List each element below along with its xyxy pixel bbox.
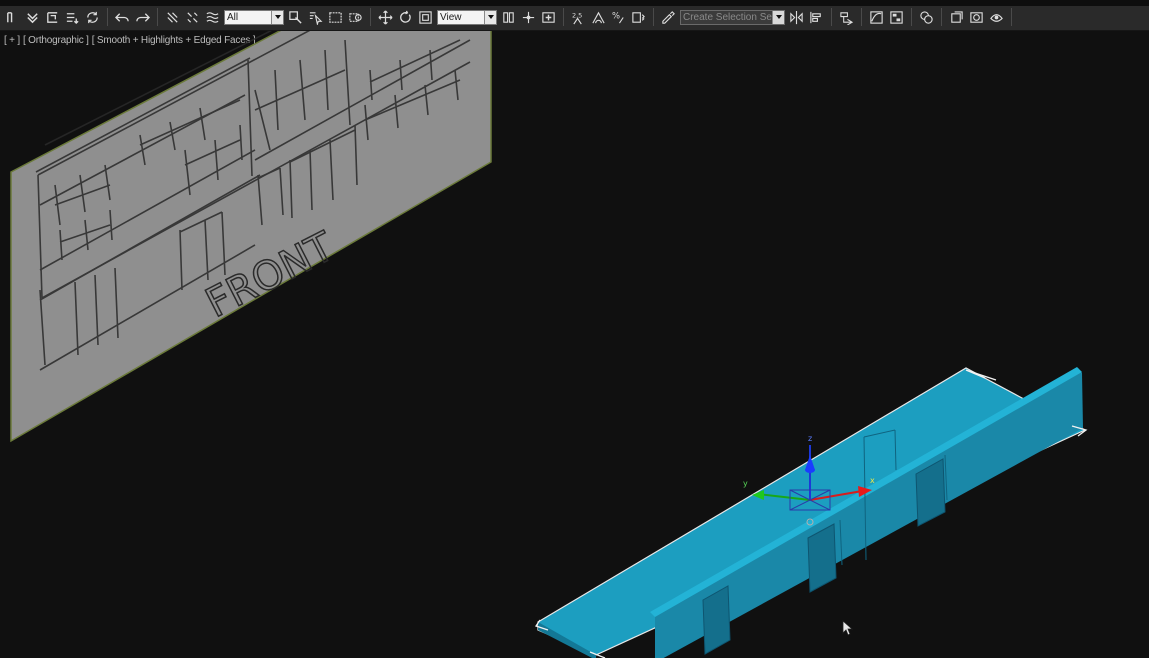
select-link-icon[interactable] (164, 8, 181, 26)
window-crossing-icon[interactable] (347, 8, 364, 26)
angle-snap-icon[interactable] (590, 8, 607, 26)
chevron-down-icon (271, 10, 283, 24)
toolbar-row: All View 2.5 % Create Selection Se (4, 7, 1015, 27)
snaps-toggle-icon[interactable]: 2.5 (570, 8, 587, 26)
separator (911, 8, 912, 26)
bind-space-warp-icon[interactable] (204, 8, 221, 26)
rectangle-selection-icon[interactable] (327, 8, 344, 26)
schematic-view-icon[interactable] (888, 8, 905, 26)
chevron-down-icon (484, 10, 496, 24)
select-scale-icon[interactable] (417, 8, 434, 26)
main-toolbar: All View 2.5 % Create Selection Se (0, 0, 1149, 31)
select-list-icon[interactable] (64, 8, 81, 26)
separator (107, 8, 108, 26)
separator (861, 8, 862, 26)
align-icon[interactable] (808, 8, 825, 26)
separator (157, 8, 158, 26)
unlink-selection-icon[interactable] (184, 8, 201, 26)
building-model[interactable] (534, 367, 1088, 658)
separator (563, 8, 564, 26)
material-editor-icon[interactable] (918, 8, 935, 26)
selection-filter-value: All (227, 11, 239, 23)
render-icon[interactable] (988, 8, 1005, 26)
chevron-down-icon (772, 10, 784, 24)
unlink-icon[interactable] (24, 8, 41, 26)
select-rotate-icon[interactable] (397, 8, 414, 26)
select-by-name-icon[interactable] (307, 8, 324, 26)
separator (941, 8, 942, 26)
mouse-cursor-icon (842, 620, 854, 636)
gizmo-x-label: x (870, 476, 875, 485)
curve-editor-icon[interactable] (868, 8, 885, 26)
named-selection-dropdown[interactable]: Create Selection Se (680, 9, 785, 25)
spinner-snap-icon[interactable] (630, 8, 647, 26)
pivot-center-icon[interactable] (500, 8, 517, 26)
bind-spacewarp-icon[interactable] (44, 8, 61, 26)
separator (370, 8, 371, 26)
separator (831, 8, 832, 26)
reference-coordinate-value: View (440, 11, 462, 23)
link-icon[interactable] (4, 8, 21, 26)
separator (1011, 8, 1012, 26)
select-object-icon[interactable] (287, 8, 304, 26)
redo-icon[interactable] (134, 8, 151, 26)
separator (653, 8, 654, 26)
menu-strip (0, 0, 1149, 6)
gizmo-y-label: y (743, 479, 748, 488)
select-manipulate-icon[interactable] (520, 8, 537, 26)
gizmo-z-label: z (808, 434, 812, 443)
undo-icon[interactable] (114, 8, 131, 26)
selection-filter-dropdown[interactable]: All (224, 9, 284, 25)
select-move-icon[interactable] (377, 8, 394, 26)
mirror-icon[interactable] (788, 8, 805, 26)
edit-named-selection-icon[interactable] (660, 8, 677, 26)
refresh-icon[interactable] (84, 8, 101, 26)
percent-snap-icon[interactable]: % (610, 8, 627, 26)
sketch-plane[interactable]: FRONT (10, 31, 492, 443)
render-frame-icon[interactable] (968, 8, 985, 26)
render-setup-icon[interactable] (948, 8, 965, 26)
reference-coordinate-dropdown[interactable]: View (437, 9, 497, 25)
named-selection-value: Create Selection Se (683, 11, 772, 23)
layer-manager-icon[interactable] (838, 8, 855, 26)
viewport-canvas[interactable]: FRONT y x z (0, 31, 1149, 658)
app-window: All View 2.5 % Create Selection Se [+]… (0, 0, 1149, 658)
svg-text:%: % (612, 10, 620, 20)
keyboard-shortcut-icon[interactable] (540, 8, 557, 26)
